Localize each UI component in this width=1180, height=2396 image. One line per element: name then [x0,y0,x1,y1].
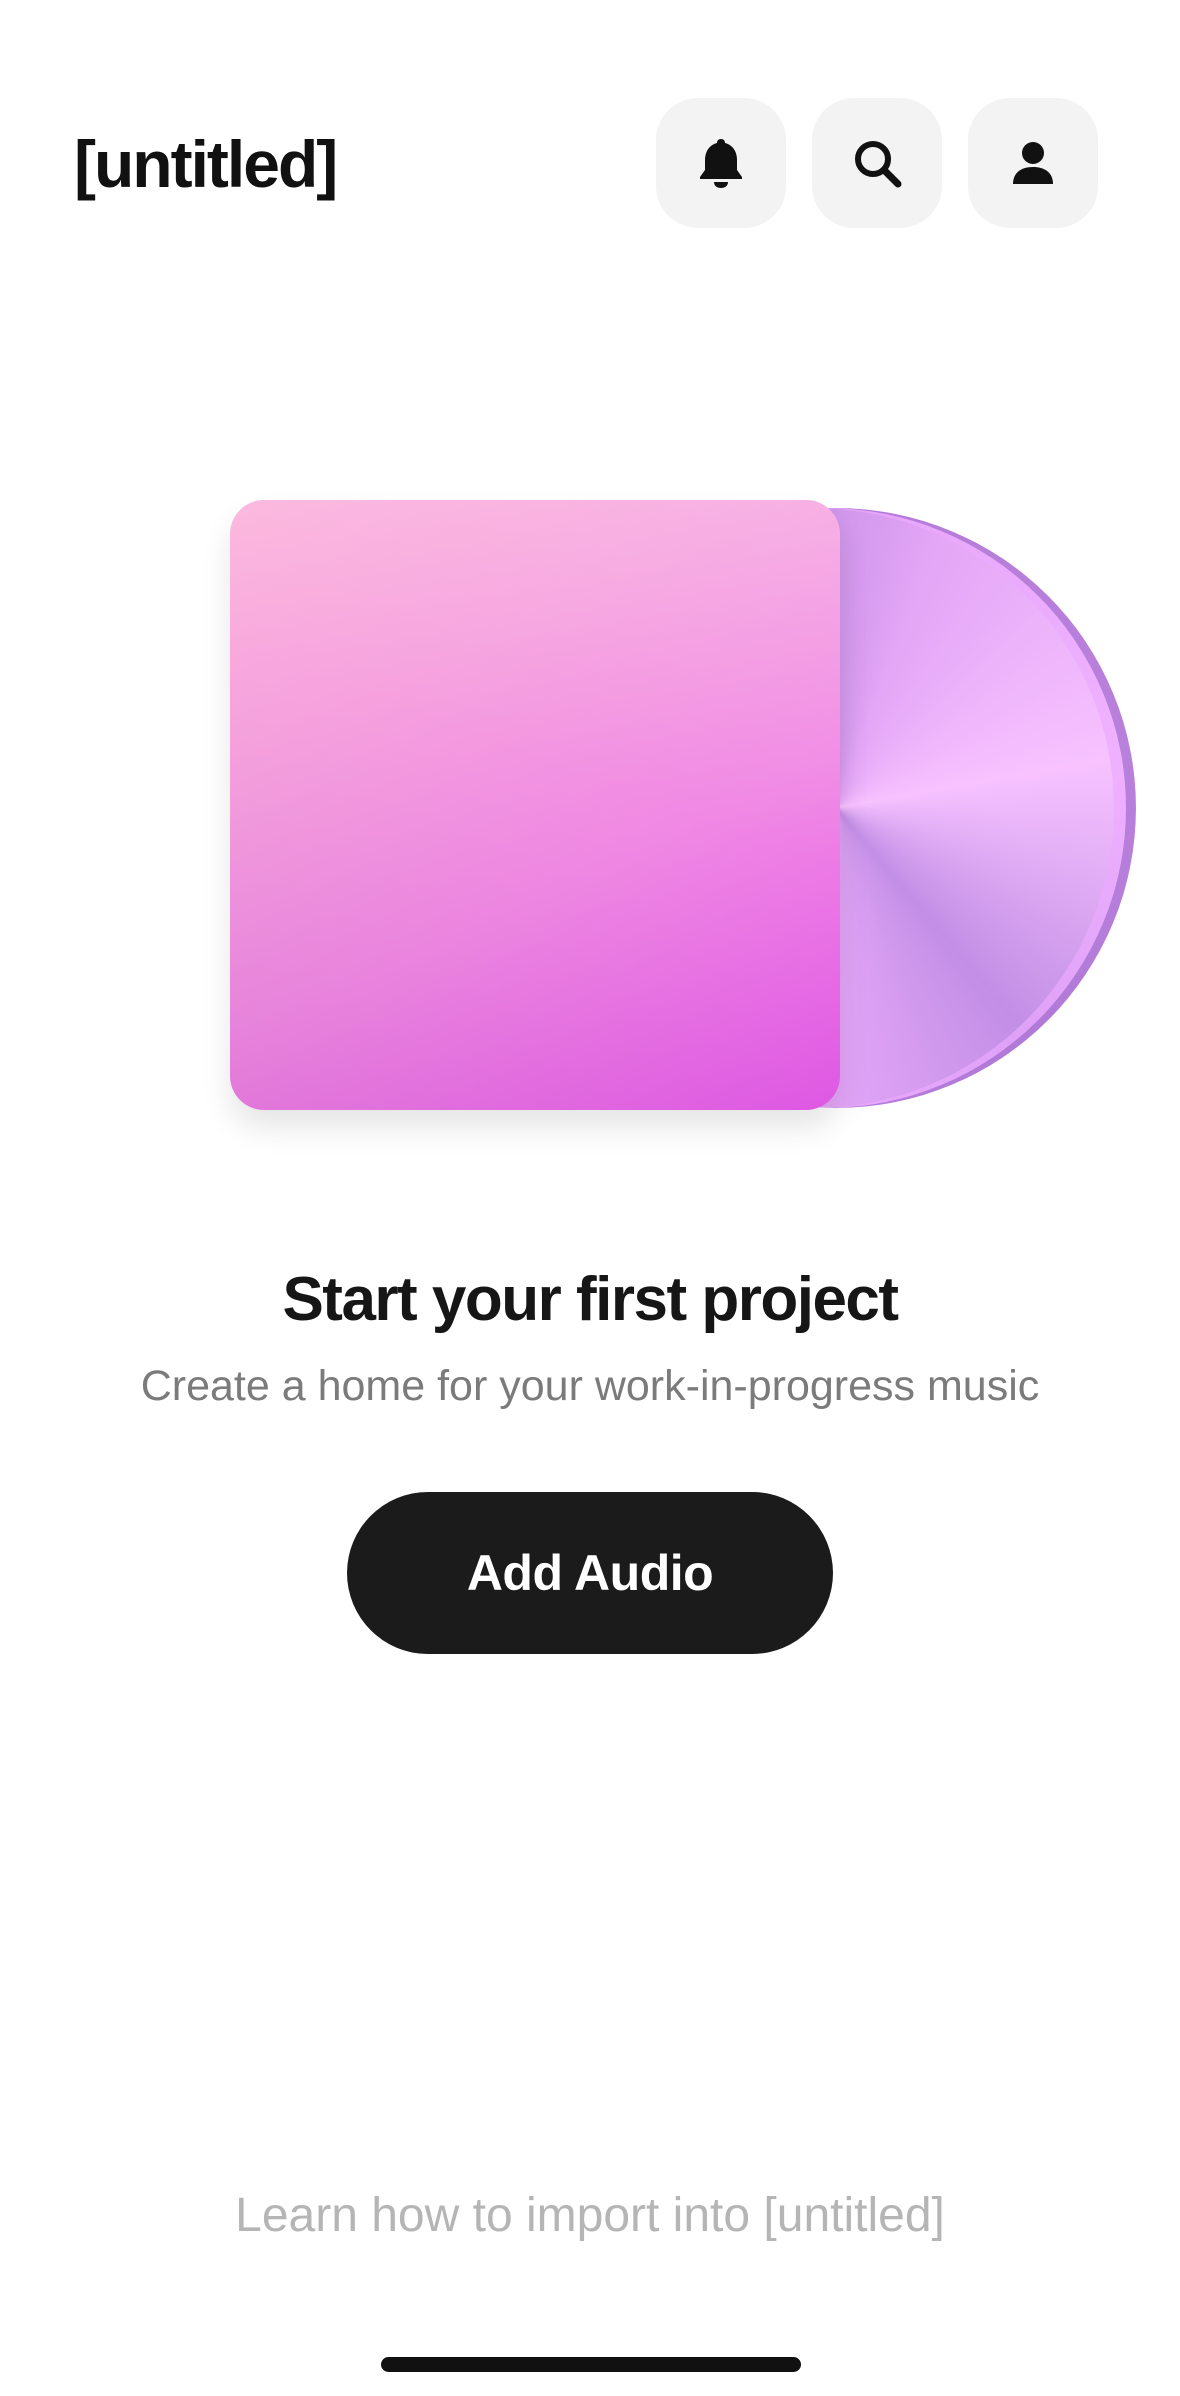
empty-state-artwork [230,500,1136,1120]
user-icon [1010,140,1056,186]
album-cover-illustration [230,500,840,1110]
empty-state-subtitle: Create a home for your work-in-progress … [140,1362,1040,1410]
notifications-button[interactable] [656,98,786,228]
add-audio-button[interactable]: Add Audio [347,1492,833,1654]
search-button[interactable] [812,98,942,228]
app-title: [untitled] [74,127,338,201]
bell-icon [695,136,747,190]
search-icon [851,137,903,189]
empty-state-title: Start your first project [282,1265,899,1334]
home-indicator [381,2357,801,2372]
header-actions [656,98,1098,228]
import-help-link[interactable]: Learn how to import into [untitled] [0,2184,1180,2248]
profile-button[interactable] [968,98,1098,228]
